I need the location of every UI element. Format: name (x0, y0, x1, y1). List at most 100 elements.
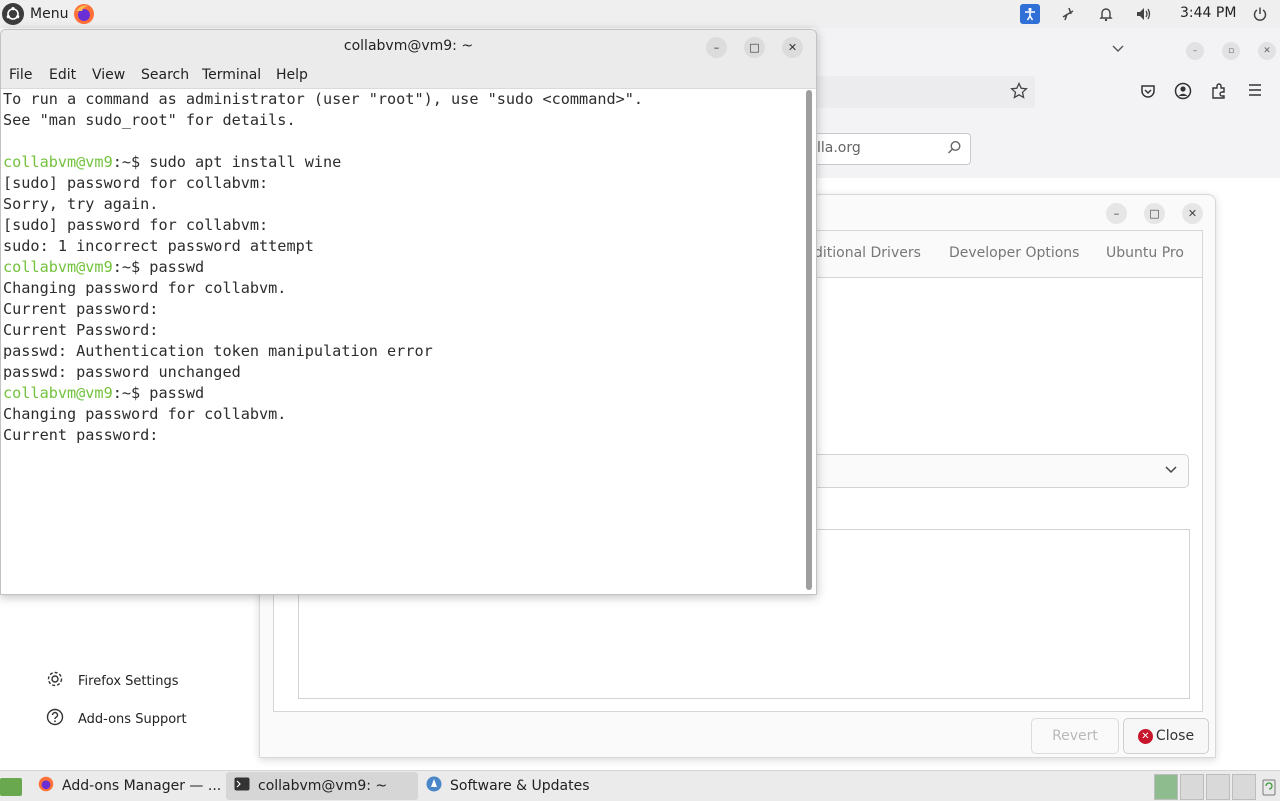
bookmark-star-icon[interactable] (1010, 81, 1028, 104)
minimize-icon[interactable]: – (706, 37, 727, 58)
minimize-icon[interactable]: – (1186, 42, 1204, 60)
minimize-icon[interactable]: – (1106, 203, 1127, 224)
terminal-text: passwd: password unchanged (3, 363, 241, 381)
terminal-prompt: collabvm@vm9 (3, 384, 113, 402)
terminal-line: Current password: (3, 299, 803, 320)
terminal-text: passwd: Authentication token manipulatio… (3, 342, 433, 360)
accessibility-icon[interactable] (1020, 4, 1040, 24)
menu-view[interactable]: View (92, 67, 125, 83)
terminal-line: passwd: password unchanged (3, 362, 803, 383)
software-updates-icon (426, 776, 442, 796)
terminal-text: sudo: 1 incorrect password attempt (3, 237, 314, 255)
search-icon[interactable] (947, 140, 962, 159)
gear-icon (46, 670, 64, 692)
task-label: Software & Updates (450, 778, 590, 794)
terminal-line: [sudo] password for collabvm: (3, 215, 803, 236)
terminal-line: See "man sudo_root" for details. (3, 110, 803, 131)
tab-ubuntu-pro[interactable]: Ubuntu Pro (1106, 245, 1184, 261)
close-button[interactable]: ✕ Close (1123, 718, 1209, 754)
firefox-settings-link[interactable]: Firefox Settings (46, 670, 178, 692)
ubuntu-logo-icon (2, 3, 24, 25)
menu-label: Menu (30, 6, 69, 22)
terminal-text: Current password: (3, 426, 159, 444)
terminal-line: collabvm@vm9:~$ passwd (3, 257, 803, 278)
menu-help[interactable]: Help (276, 67, 308, 83)
terminal-text: :~$ sudo apt install wine (112, 153, 342, 171)
workspace-3[interactable] (1206, 774, 1230, 800)
terminal-scrollbar[interactable] (806, 90, 812, 590)
addons-support-link[interactable]: Add-ons Support (46, 708, 187, 730)
task-software-updates[interactable]: Software & Updates (418, 772, 626, 800)
terminal-line: Sorry, try again. (3, 194, 803, 215)
hamburger-menu-icon[interactable] (1247, 82, 1267, 102)
terminal-text: See "man sudo_root" for details. (3, 111, 296, 129)
maximize-icon[interactable]: □ (744, 37, 765, 58)
addons-search-input[interactable]: lla.org (815, 133, 971, 165)
workspace-2[interactable] (1180, 774, 1204, 800)
terminal-line: Current Password: (3, 320, 803, 341)
close-icon[interactable]: ✕ (1258, 42, 1276, 60)
network-icon[interactable] (1058, 4, 1078, 24)
addons-support-label: Add-ons Support (78, 711, 187, 727)
firefox-icon[interactable] (73, 3, 95, 25)
terminal-text: Changing password for collabvm. (3, 405, 287, 423)
terminal-text: Sorry, try again. (3, 195, 159, 213)
firefox-icon (38, 776, 54, 796)
terminal-line: Current password: (3, 425, 803, 446)
terminal-line: Changing password for collabvm. (3, 278, 803, 299)
tab-additional-drivers[interactable]: ditional Drivers (814, 245, 921, 261)
power-icon[interactable] (1250, 4, 1270, 24)
maximize-icon[interactable]: □ (1144, 203, 1165, 224)
workspace-1[interactable] (1154, 774, 1178, 800)
terminal-text: [sudo] password for collabvm: (3, 216, 269, 234)
extensions-icon[interactable] (1210, 82, 1230, 102)
menu-button[interactable]: Menu (2, 2, 68, 26)
terminal-text: Changing password for collabvm. (3, 279, 287, 297)
terminal-prompt: collabvm@vm9 (3, 153, 113, 171)
terminal-window-controls: – □ ✕ (706, 37, 803, 58)
revert-button[interactable]: Revert (1031, 718, 1119, 754)
terminal-text: [sudo] password for collabvm: (3, 174, 269, 192)
workspace-4[interactable] (1232, 774, 1256, 800)
terminal-titlebar[interactable]: collabvm@vm9: ~ – □ ✕ (1, 30, 816, 62)
close-circle-icon: ✕ (1137, 728, 1153, 744)
terminal-prompt: collabvm@vm9 (3, 258, 113, 276)
terminal-line: sudo: 1 incorrect password attempt (3, 236, 803, 257)
close-button-label: Close (1155, 728, 1195, 744)
menu-search[interactable]: Search (141, 67, 189, 83)
tab-developer-options[interactable]: Developer Options (949, 245, 1079, 261)
account-icon[interactable] (1174, 82, 1194, 102)
terminal-line: collabvm@vm9:~$ passwd (3, 383, 803, 404)
search-text: lla.org (817, 140, 861, 156)
window-title: collabvm@vm9: ~ (343, 38, 474, 54)
trash-icon[interactable] (1260, 776, 1278, 796)
terminal-line: collabvm@vm9:~$ sudo apt install wine (3, 152, 803, 173)
task-label: collabvm@vm9: ~ (258, 778, 388, 794)
terminal-output[interactable]: To run a command as administrator (user … (3, 89, 803, 589)
pocket-icon[interactable] (1139, 82, 1159, 102)
terminal-text: :~$ passwd (112, 258, 205, 276)
terminal-text: :~$ passwd (112, 384, 205, 402)
dialog-window-controls: – □ ✕ (1106, 203, 1203, 224)
menu-terminal[interactable]: Terminal (202, 67, 261, 83)
show-desktop-icon[interactable] (0, 778, 22, 796)
notification-bell-icon[interactable] (1096, 4, 1116, 24)
restore-icon[interactable]: ▫ (1222, 42, 1240, 60)
close-icon[interactable]: ✕ (782, 37, 803, 58)
clock[interactable]: 3:44 PM (1180, 5, 1236, 21)
chevron-down-icon (1164, 463, 1178, 479)
terminal-line: To run a command as administrator (user … (3, 89, 803, 110)
server-dropdown[interactable] (814, 454, 1189, 488)
help-icon (46, 708, 64, 730)
task-addons-manager[interactable]: Add-ons Manager — ... (30, 772, 228, 800)
volume-icon[interactable] (1134, 4, 1154, 24)
close-icon[interactable]: ✕ (1182, 203, 1203, 224)
task-terminal[interactable]: collabvm@vm9: ~ (226, 772, 418, 800)
menu-edit[interactable]: Edit (49, 67, 76, 83)
firefox-url-bar[interactable] (815, 76, 1035, 108)
firefox-tab-list-icon[interactable] (1111, 42, 1125, 58)
terminal-text: To run a command as administrator (user … (3, 90, 644, 108)
terminal-window: collabvm@vm9: ~ – □ ✕ File Edit View Sea… (0, 29, 817, 595)
menu-file[interactable]: File (9, 67, 32, 83)
